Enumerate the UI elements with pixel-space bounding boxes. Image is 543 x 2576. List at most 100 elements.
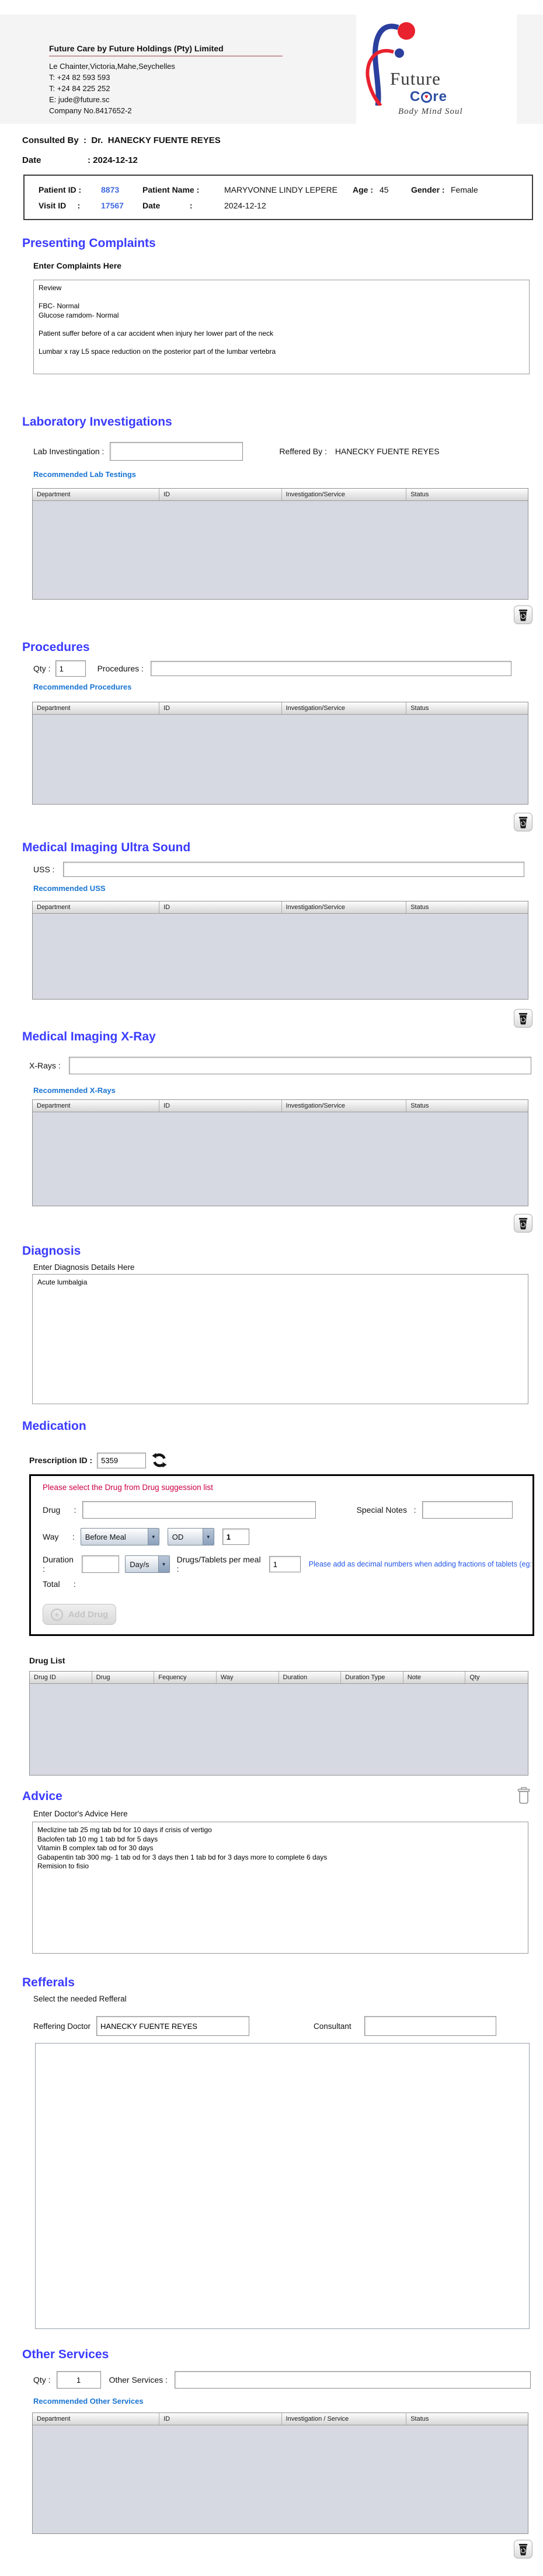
column-header-duration-type: Duration Type xyxy=(341,1672,403,1683)
recommended-xrays-link: Recommended X-Rays xyxy=(33,1086,543,1095)
column-header-id: ID xyxy=(159,702,281,714)
fraction-note: Please add as decimal numbers when addin… xyxy=(309,1560,532,1568)
chevron-down-icon: ▼ xyxy=(148,1529,159,1545)
column-header-status: Status xyxy=(406,702,528,714)
age-value: 45 xyxy=(380,185,389,194)
company-phone-1: T: +24 82 593 593 xyxy=(49,72,283,83)
column-header-department: Department xyxy=(33,489,159,500)
xray-clear-button[interactable] xyxy=(514,1214,532,1233)
special-notes-input[interactable] xyxy=(422,1501,513,1519)
duration-unit-value: Day/s xyxy=(130,1560,149,1569)
logo-future-text: Future xyxy=(390,68,441,89)
table-header-row: Department ID Investigation/Service Stat… xyxy=(33,901,528,914)
refferal-list-box[interactable] xyxy=(35,2043,530,2329)
drug-list-table-body[interactable] xyxy=(30,1684,528,1775)
medication-title: Medication xyxy=(22,1419,543,1433)
uss-clear-button[interactable] xyxy=(514,1009,532,1028)
column-header-way: Way xyxy=(217,1672,279,1683)
column-header-id: ID xyxy=(159,901,281,913)
visit-id-value: 17567 xyxy=(101,201,124,210)
column-header-investigation: Investigation/Service xyxy=(282,489,407,500)
way-label: Way : xyxy=(43,1532,75,1541)
lab-table-body[interactable] xyxy=(33,501,528,599)
column-header-status: Status xyxy=(406,2413,528,2425)
column-header-note: Note xyxy=(403,1672,466,1683)
reffering-doctor-input[interactable] xyxy=(96,2016,249,2036)
prescription-id-input[interactable] xyxy=(97,1453,146,1468)
column-header-drug-id: Drug ID xyxy=(30,1672,92,1683)
trash-icon xyxy=(518,816,528,829)
column-header-investigation: Investigation/Service xyxy=(282,1100,407,1112)
diagnosis-textarea[interactable]: Acute lumbalgia xyxy=(32,1274,528,1404)
table-header-row: Drug ID Drug Fequency Way Duration Durat… xyxy=(30,1672,528,1684)
patient-info-box: Patient ID :8873 Patient Name :MARYVONNE… xyxy=(23,175,533,220)
logo-care-c: C xyxy=(410,89,420,105)
frequency-select[interactable]: OD ▼ xyxy=(168,1528,214,1545)
xrays-input[interactable] xyxy=(69,1057,531,1074)
procedures-table: Department ID Investigation/Service Stat… xyxy=(32,702,528,805)
recommended-other-services-link: Recommended Other Services xyxy=(33,2397,543,2406)
other-services-qty-label: Qty : xyxy=(33,2375,51,2384)
uss-table: Department ID Investigation/Service Stat… xyxy=(32,901,528,1000)
other-services-clear-button[interactable] xyxy=(514,2540,532,2558)
other-services-label: Other Services : xyxy=(109,2375,168,2384)
advice-textarea[interactable]: Meclizine tab 25 mg tab bd for 10 days i… xyxy=(32,1822,528,1954)
company-phone-2: T: +24 84 225 252 xyxy=(49,83,283,94)
other-services-input[interactable] xyxy=(175,2371,531,2389)
duration-unit-select[interactable]: Day/s ▼ xyxy=(125,1555,169,1573)
lab-investigation-input[interactable] xyxy=(110,442,243,461)
reffered-by-label: Reffered By : xyxy=(279,447,326,456)
consulted-by-label: Consulted By : Dr. xyxy=(22,135,103,145)
prescription-entry-box: Please select the Drug from Drug suggess… xyxy=(29,1474,534,1636)
laboratory-title: Laboratory Investigations xyxy=(22,415,543,429)
special-notes-label: Special Notes : xyxy=(357,1505,416,1515)
procedures-qty-input[interactable] xyxy=(55,660,86,677)
procedures-qty-label: Qty : xyxy=(33,664,51,673)
column-header-investigation: Investigation/Service xyxy=(282,702,407,714)
logo-tagline: Body Mind Soul xyxy=(398,107,463,117)
complaints-textarea[interactable]: Review FBC- Normal Glucose ramdom- Norma… xyxy=(33,280,530,374)
company-address: Le Chainter,Victoria,Mahe,Seychelles xyxy=(49,61,283,72)
consultant-input[interactable] xyxy=(364,2016,496,2036)
other-services-title: Other Services xyxy=(22,2348,543,2362)
company-info: Future Care by Future Holdings (Pty) Lim… xyxy=(49,44,283,116)
consultant-label: Consultant xyxy=(314,2022,351,2031)
per-meal-input[interactable] xyxy=(269,1556,301,1572)
other-services-qty-input[interactable] xyxy=(57,2371,101,2389)
other-services-table-body[interactable] xyxy=(33,2425,528,2533)
uss-input[interactable] xyxy=(63,862,524,877)
drug-input[interactable] xyxy=(82,1501,316,1519)
frequency-qty-input[interactable] xyxy=(222,1529,249,1545)
xray-table: Department ID Investigation/Service Stat… xyxy=(32,1099,528,1206)
prescription-id-label: Prescription ID : xyxy=(29,1456,92,1465)
date-value: : 2024-12-12 xyxy=(88,155,138,165)
trash-outline-icon xyxy=(517,1787,531,1804)
column-header-frequency: Fequency xyxy=(154,1672,217,1683)
table-header-row: Department ID Investigation/Service Stat… xyxy=(33,702,528,715)
visit-id-label: Visit ID : xyxy=(39,201,101,210)
column-header-qty: Qty xyxy=(465,1672,528,1683)
xray-table-body[interactable] xyxy=(33,1112,528,1206)
lab-clear-button[interactable] xyxy=(514,605,532,624)
column-header-id: ID xyxy=(159,489,281,500)
other-services-table: Department ID Investigation / Service St… xyxy=(32,2413,528,2534)
company-title: Future Care by Future Holdings (Pty) Lim… xyxy=(49,44,283,57)
lab-testings-table: Department ID Investigation/Service Stat… xyxy=(32,488,528,600)
add-drug-label: Add Drug xyxy=(68,1610,108,1620)
add-drug-button[interactable]: + Add Drug xyxy=(43,1604,116,1625)
column-header-department: Department xyxy=(33,901,159,913)
trash-icon xyxy=(518,1012,528,1025)
company-number: Company No.8417652-2 xyxy=(49,105,283,116)
page-header: Future Care by Future Holdings (Pty) Lim… xyxy=(0,15,543,124)
procedures-table-body[interactable] xyxy=(33,715,528,804)
procedures-clear-button[interactable] xyxy=(514,813,532,831)
way-timing-select[interactable]: Before Meal ▼ xyxy=(81,1528,159,1545)
procedures-input[interactable] xyxy=(151,661,511,676)
refresh-prescription-button[interactable] xyxy=(151,1451,168,1470)
diagnosis-title: Diagnosis xyxy=(22,1244,543,1258)
age-label: Age : xyxy=(353,185,380,194)
duration-input[interactable] xyxy=(82,1555,119,1573)
advice-clear-button[interactable] xyxy=(515,1786,532,1805)
uss-table-body[interactable] xyxy=(33,914,528,999)
refferal-subtitle: Select the needed Refferal xyxy=(33,1994,543,2003)
